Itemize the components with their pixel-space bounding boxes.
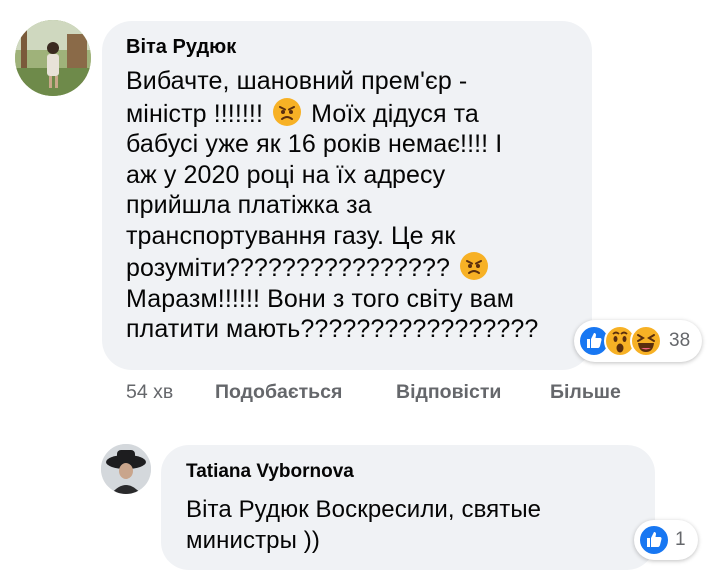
more-button[interactable]: Більше (550, 381, 621, 404)
comment-line: бабусі уже як 16 років немає!!!! І (126, 130, 503, 158)
reactions-summary[interactable]: 38 (574, 320, 702, 362)
reactions-summary[interactable]: 1 (634, 520, 698, 560)
comment-line: прийшла платіжка за (126, 191, 372, 219)
comment-author[interactable]: Tatiana Vybornova (186, 461, 354, 483)
avatar[interactable] (15, 20, 91, 96)
like-icon (638, 524, 670, 556)
comment-text: Віта Рудюк Воскресили, святые министры )… (186, 494, 646, 556)
comment-line: платити мають????????????????? (126, 315, 539, 343)
comment-line: міністр !!!!!!! (126, 99, 264, 128)
comment-text: Вибачте, шановний прем'єр - міністр !!!!… (126, 66, 576, 345)
comment-line: Віта Рудюк Воскресили, святые (186, 496, 542, 523)
angry-face-icon (273, 97, 302, 126)
avatar[interactable] (101, 444, 151, 494)
comment-line: Моїх дідуся та (311, 99, 479, 128)
comment-line: Вибачте, шановний прем'єр - (126, 67, 468, 95)
comment-line: транспортування газу. Це як (126, 221, 456, 250)
haha-icon (630, 325, 662, 357)
comment-author[interactable]: Віта Рудюк (126, 36, 236, 59)
reaction-count: 1 (675, 529, 686, 550)
comment-line: аж у 2020 році на їх адресу (126, 160, 446, 189)
avatar-photo (101, 444, 151, 494)
avatar-photo (15, 20, 91, 96)
comment-line: розуміти???????????????? (126, 254, 450, 282)
reply-button[interactable]: Відповісти (396, 381, 501, 404)
comment-line: Маразм!!!!!! Вони з того світу вам (126, 284, 515, 313)
comment-time[interactable]: 54 хв (126, 381, 173, 404)
angry-face-icon (460, 252, 488, 280)
like-button[interactable]: Подобається (215, 381, 342, 404)
comment-line: министры )) (186, 527, 320, 554)
reaction-count: 38 (669, 330, 691, 351)
